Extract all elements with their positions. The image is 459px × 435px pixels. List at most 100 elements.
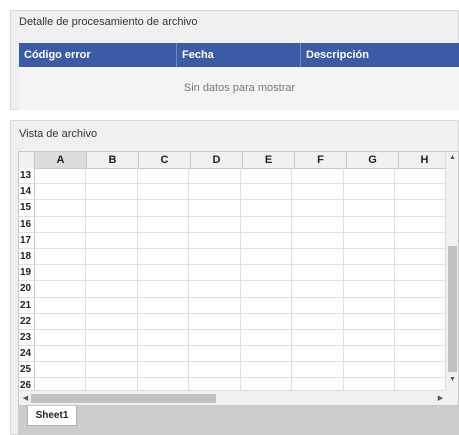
spreadsheet-cell[interactable] bbox=[86, 200, 138, 216]
triangle-down-icon[interactable]: ▼ bbox=[446, 376, 458, 383]
column-header-h[interactable]: H bbox=[399, 152, 451, 168]
spreadsheet-cell[interactable] bbox=[395, 281, 447, 297]
spreadsheet-cell[interactable] bbox=[344, 168, 396, 184]
spreadsheet-cell[interactable] bbox=[35, 313, 87, 329]
spreadsheet-cell[interactable] bbox=[241, 232, 293, 248]
spreadsheet-cell[interactable] bbox=[189, 297, 241, 313]
spreadsheet-cell[interactable] bbox=[292, 297, 344, 313]
spreadsheet-cell[interactable] bbox=[86, 329, 138, 346]
spreadsheet-cell[interactable] bbox=[292, 248, 344, 265]
spreadsheet-cell[interactable] bbox=[35, 232, 87, 248]
spreadsheet-cell[interactable] bbox=[138, 297, 190, 313]
row-header[interactable]: 13 bbox=[19, 168, 35, 184]
spreadsheet-cell[interactable] bbox=[395, 168, 447, 184]
spreadsheet-cell[interactable] bbox=[189, 281, 241, 297]
spreadsheet-cell[interactable] bbox=[86, 168, 138, 184]
spreadsheet-cell[interactable] bbox=[138, 313, 190, 329]
spreadsheet-cell[interactable] bbox=[138, 329, 190, 346]
spreadsheet-cell[interactable] bbox=[86, 265, 138, 281]
spreadsheet-cell[interactable] bbox=[189, 313, 241, 329]
spreadsheet-cell[interactable] bbox=[292, 265, 344, 281]
spreadsheet-cell[interactable] bbox=[395, 265, 447, 281]
column-header-description[interactable]: Descripción bbox=[301, 43, 459, 67]
spreadsheet-cell[interactable] bbox=[241, 346, 293, 362]
spreadsheet-cell[interactable] bbox=[344, 248, 396, 265]
spreadsheet-cell[interactable] bbox=[395, 184, 447, 200]
spreadsheet-cell[interactable] bbox=[395, 248, 447, 265]
spreadsheet-cell[interactable] bbox=[395, 232, 447, 248]
spreadsheet-cell[interactable] bbox=[241, 184, 293, 200]
spreadsheet-cell[interactable] bbox=[138, 346, 190, 362]
spreadsheet-cell[interactable] bbox=[241, 313, 293, 329]
spreadsheet-cell[interactable] bbox=[292, 200, 344, 216]
column-header-a[interactable]: A bbox=[35, 152, 87, 168]
spreadsheet-cell[interactable] bbox=[344, 216, 396, 232]
spreadsheet-cell[interactable] bbox=[292, 184, 344, 200]
triangle-up-icon[interactable]: ▲ bbox=[446, 154, 458, 161]
spreadsheet-cell[interactable] bbox=[344, 313, 396, 329]
spreadsheet-cell[interactable] bbox=[138, 281, 190, 297]
spreadsheet-cell[interactable] bbox=[292, 329, 344, 346]
spreadsheet-cell[interactable] bbox=[241, 200, 293, 216]
spreadsheet-cell[interactable] bbox=[344, 232, 396, 248]
spreadsheet-cell[interactable] bbox=[35, 265, 87, 281]
spreadsheet-cell[interactable] bbox=[395, 297, 447, 313]
column-header-c[interactable]: C bbox=[139, 152, 191, 168]
horizontal-scroll-thumb[interactable] bbox=[31, 394, 216, 403]
column-header-b[interactable]: B bbox=[87, 152, 139, 168]
spreadsheet-cell[interactable] bbox=[86, 313, 138, 329]
spreadsheet-cell[interactable] bbox=[35, 216, 87, 232]
row-header[interactable]: 20 bbox=[19, 281, 35, 297]
spreadsheet-cell[interactable] bbox=[344, 362, 396, 378]
column-header-g[interactable]: G bbox=[347, 152, 399, 168]
spreadsheet-cell[interactable] bbox=[292, 346, 344, 362]
column-header-d[interactable]: D bbox=[191, 152, 243, 168]
spreadsheet-cell[interactable] bbox=[292, 362, 344, 378]
spreadsheet-cell[interactable] bbox=[35, 362, 87, 378]
spreadsheet-cell[interactable] bbox=[138, 362, 190, 378]
spreadsheet-cell[interactable] bbox=[35, 329, 87, 346]
row-header[interactable]: 18 bbox=[19, 248, 35, 265]
spreadsheet-cell[interactable] bbox=[189, 265, 241, 281]
row-header[interactable]: 25 bbox=[19, 362, 35, 378]
vertical-scroll-thumb[interactable] bbox=[448, 246, 457, 372]
spreadsheet-cell[interactable] bbox=[395, 346, 447, 362]
spreadsheet-cell[interactable] bbox=[241, 281, 293, 297]
spreadsheet-cell[interactable] bbox=[241, 168, 293, 184]
horizontal-scrollbar[interactable]: ◀ ▶ bbox=[19, 390, 447, 405]
spreadsheet-cell[interactable] bbox=[189, 362, 241, 378]
spreadsheet-cell[interactable] bbox=[35, 346, 87, 362]
spreadsheet-cell[interactable] bbox=[138, 200, 190, 216]
spreadsheet-cell[interactable] bbox=[395, 362, 447, 378]
spreadsheet-cell[interactable] bbox=[344, 281, 396, 297]
spreadsheet-cell[interactable] bbox=[395, 329, 447, 346]
sheet-tab-sheet1[interactable]: Sheet1 bbox=[27, 406, 77, 426]
spreadsheet-cell[interactable] bbox=[189, 346, 241, 362]
spreadsheet-cell[interactable] bbox=[344, 184, 396, 200]
spreadsheet-cell[interactable] bbox=[189, 200, 241, 216]
spreadsheet-cell[interactable] bbox=[35, 168, 87, 184]
vertical-scrollbar[interactable]: ▲ ▼ bbox=[445, 152, 458, 390]
spreadsheet-cell[interactable] bbox=[86, 346, 138, 362]
spreadsheet-cell[interactable] bbox=[292, 216, 344, 232]
spreadsheet-cell[interactable] bbox=[292, 313, 344, 329]
spreadsheet-cell[interactable] bbox=[189, 248, 241, 265]
row-header[interactable]: 21 bbox=[19, 297, 35, 313]
row-header[interactable]: 23 bbox=[19, 329, 35, 346]
spreadsheet-cell[interactable] bbox=[86, 184, 138, 200]
spreadsheet-cell[interactable] bbox=[138, 232, 190, 248]
spreadsheet-cell[interactable] bbox=[35, 281, 87, 297]
spreadsheet-cell[interactable] bbox=[35, 184, 87, 200]
spreadsheet-cell[interactable] bbox=[138, 184, 190, 200]
spreadsheet-cell[interactable] bbox=[292, 281, 344, 297]
spreadsheet-cell[interactable] bbox=[292, 168, 344, 184]
spreadsheet-cell[interactable] bbox=[138, 168, 190, 184]
column-header-date[interactable]: Fecha bbox=[177, 43, 301, 67]
spreadsheet-cell[interactable] bbox=[241, 362, 293, 378]
spreadsheet-cell[interactable] bbox=[138, 248, 190, 265]
row-header[interactable]: 16 bbox=[19, 216, 35, 232]
spreadsheet-cell[interactable] bbox=[189, 184, 241, 200]
row-header[interactable]: 15 bbox=[19, 200, 35, 216]
spreadsheet-cell[interactable] bbox=[86, 232, 138, 248]
spreadsheet-cell[interactable] bbox=[86, 297, 138, 313]
